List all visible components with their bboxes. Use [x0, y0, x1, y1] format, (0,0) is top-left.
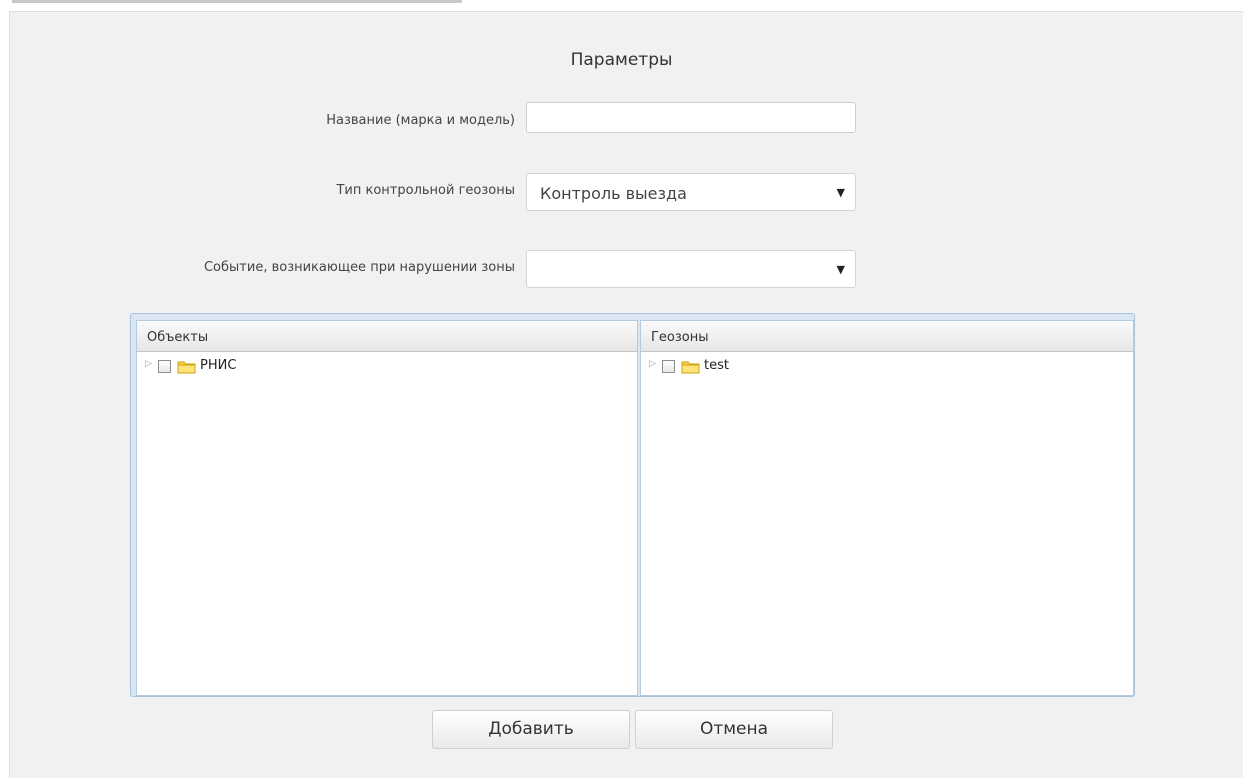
- folder-icon: [681, 361, 700, 374]
- event-label: Событие, возникающее при нарушении зоны: [203, 260, 515, 275]
- dropdown-arrow-icon[interactable]: ▼: [837, 263, 845, 276]
- geozone-type-value: Контроль выезда: [540, 184, 687, 203]
- geozone-type-select[interactable]: Контроль выезда ▼: [526, 173, 856, 211]
- folder-icon: [177, 361, 196, 374]
- tree-checkbox[interactable]: [662, 360, 675, 373]
- geozone-type-label: Тип контрольной геозоны: [336, 183, 515, 198]
- tree-node[interactable]: ▷ РНИС: [137, 357, 637, 377]
- geozones-pane: Геозоны ▷ test: [640, 320, 1134, 696]
- geozones-header: Геозоны: [641, 321, 1133, 352]
- event-select[interactable]: ▼: [526, 250, 856, 288]
- selection-grid: Объекты ▷ РНИС Геозоны ▷ test: [130, 313, 1135, 697]
- dropdown-arrow-icon[interactable]: ▼: [837, 186, 845, 199]
- objects-header: Объекты: [137, 321, 637, 352]
- tree-node-label[interactable]: test: [704, 358, 729, 373]
- tree-node-label[interactable]: РНИС: [200, 358, 236, 373]
- cropped-header-text: [12, 0, 462, 3]
- top-edge: [0, 0, 1243, 10]
- tree-checkbox[interactable]: [158, 360, 171, 373]
- objects-pane: Объекты ▷ РНИС: [136, 320, 638, 696]
- name-input[interactable]: [526, 102, 856, 133]
- cancel-button[interactable]: Отмена: [635, 710, 833, 749]
- name-label: Название (марка и модель): [326, 113, 515, 128]
- add-button[interactable]: Добавить: [432, 710, 630, 749]
- tree-node[interactable]: ▷ test: [641, 357, 1133, 377]
- expand-triangle-icon[interactable]: ▷: [145, 359, 152, 369]
- expand-triangle-icon[interactable]: ▷: [649, 359, 656, 369]
- dialog-title: Параметры: [570, 50, 673, 70]
